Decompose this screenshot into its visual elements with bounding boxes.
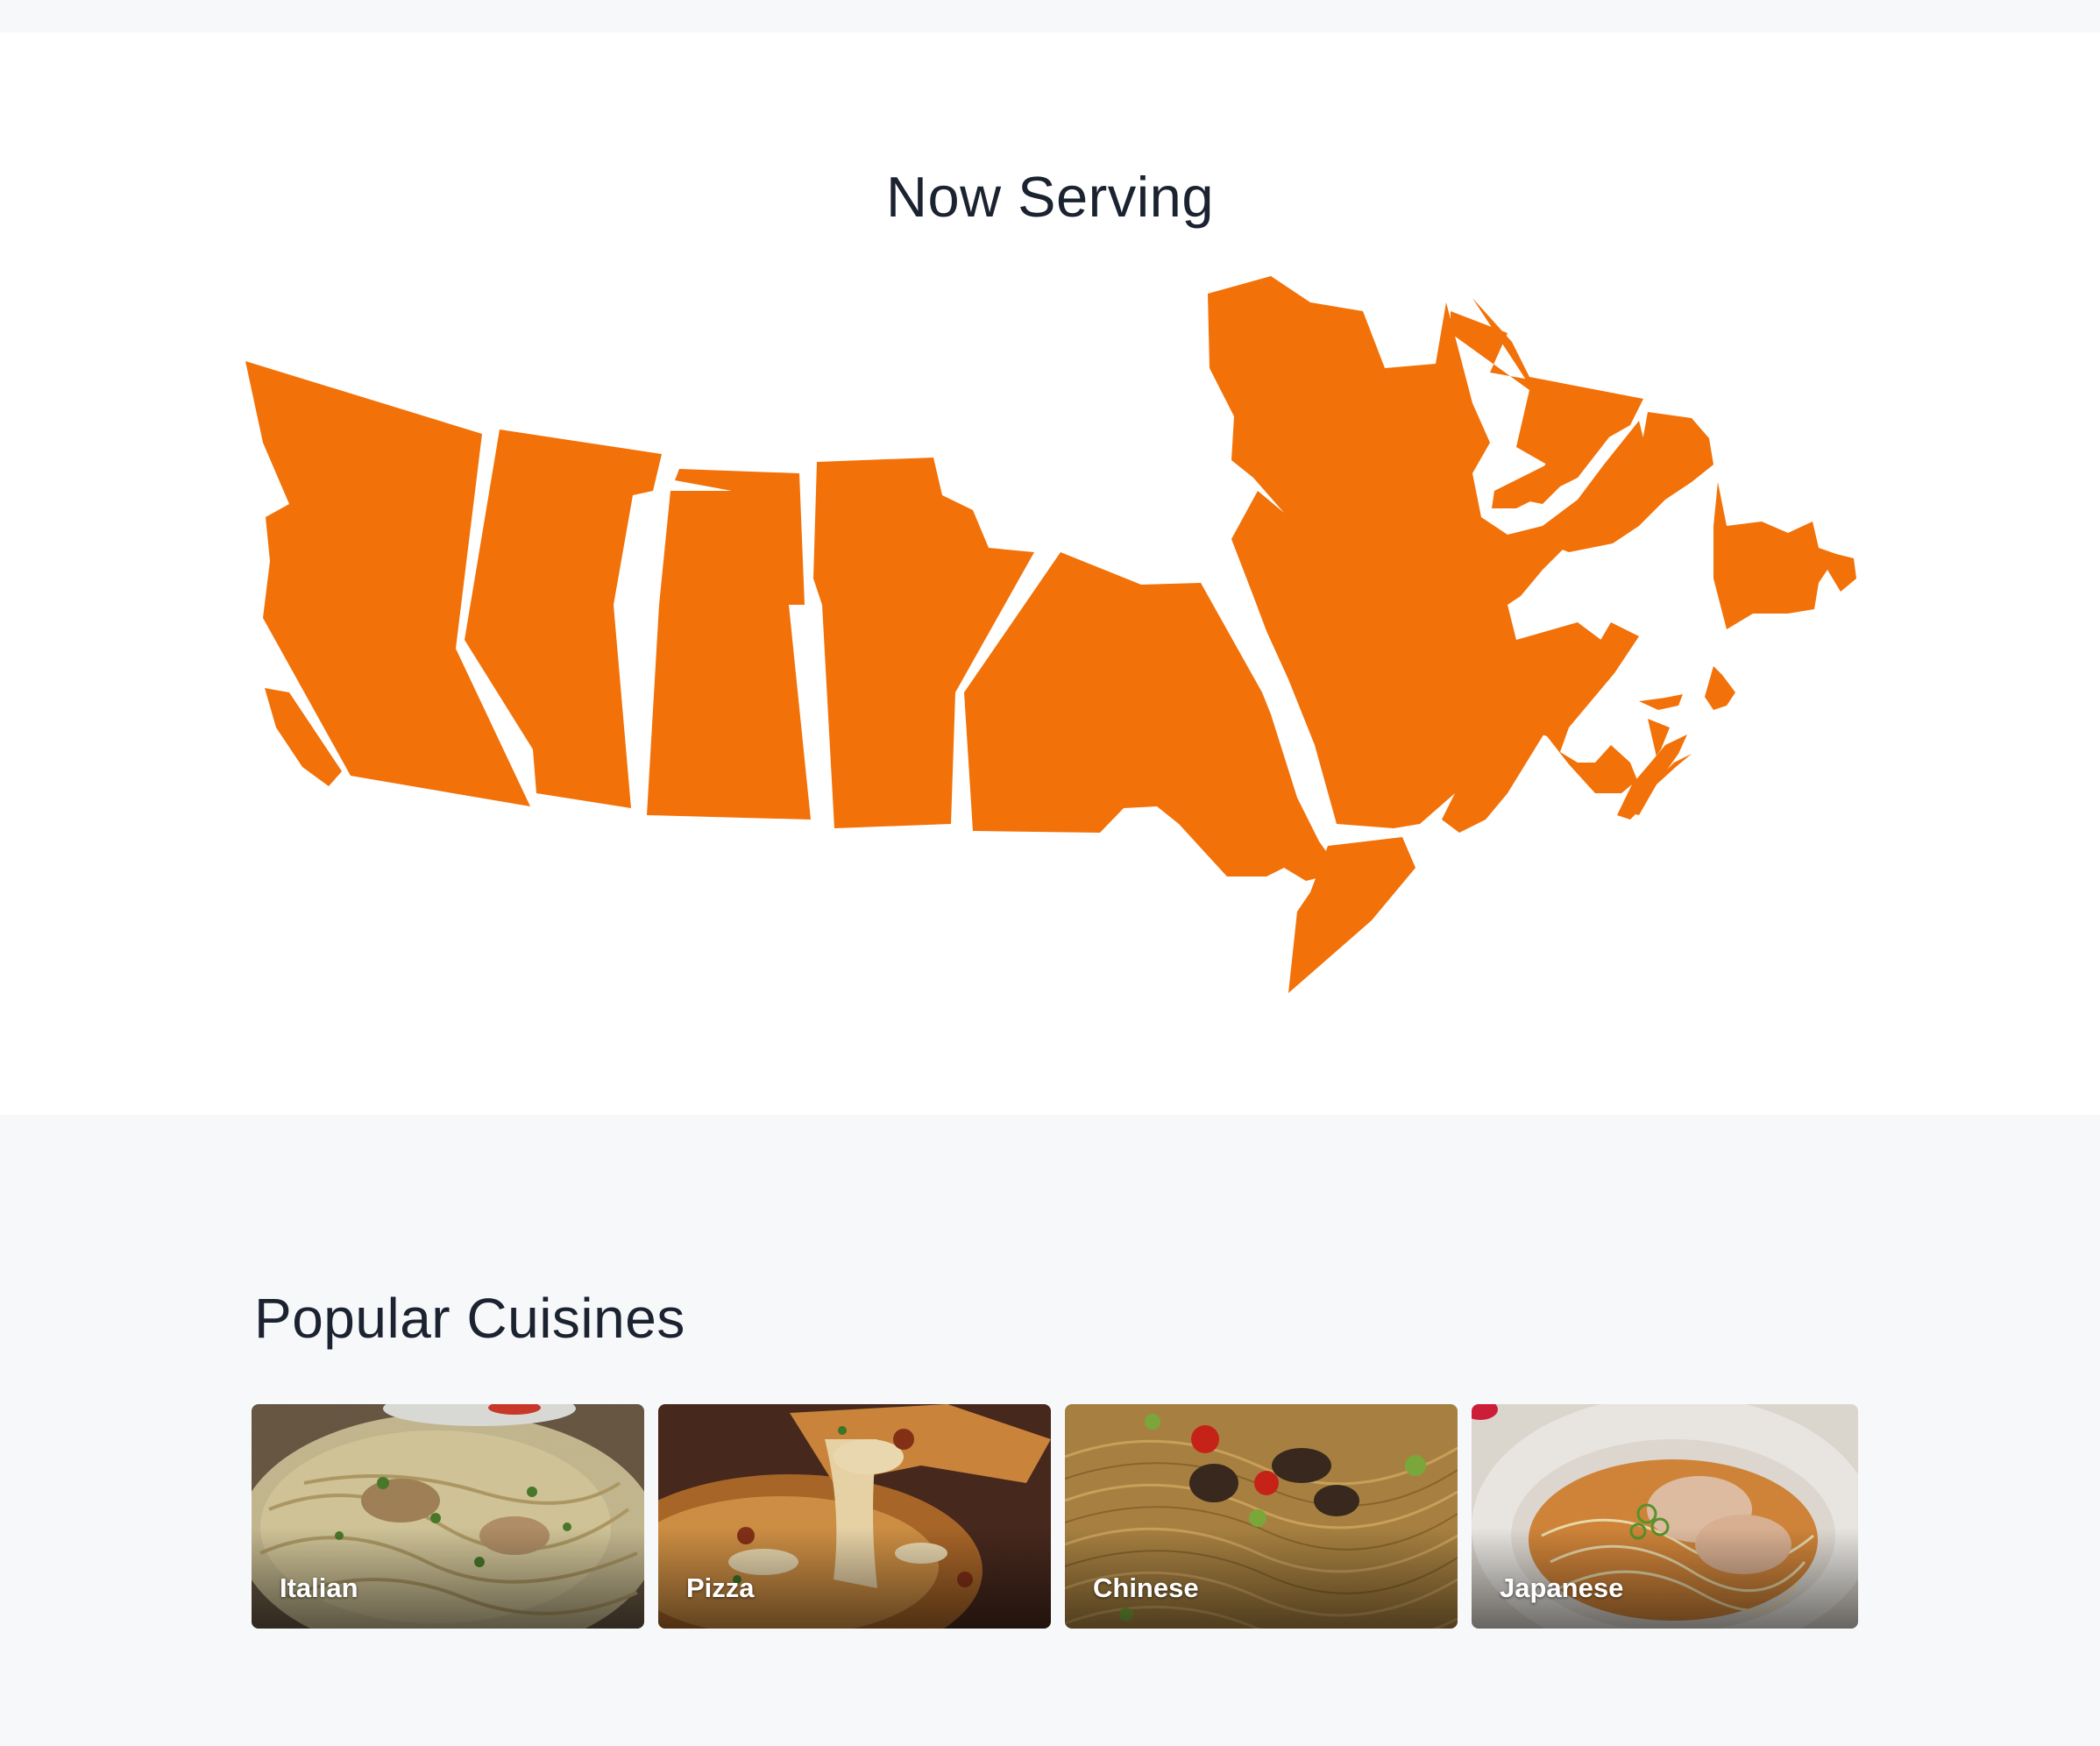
now-serving-section: Now Serving (0, 32, 2100, 1115)
cuisine-card-pizza[interactable]: Pizza (658, 1404, 1051, 1629)
cuisine-card-list: Italian Pizza Chinese Japanese (252, 1404, 1858, 1629)
cuisine-card-japanese[interactable]: Japanese (1472, 1404, 1858, 1629)
map-region-pei[interactable] (1639, 694, 1683, 710)
cuisine-card-chinese[interactable]: Chinese (1065, 1404, 1458, 1629)
cuisine-card-italian[interactable]: Italian (252, 1404, 644, 1629)
popular-cuisines-title: Popular Cuisines (254, 1287, 685, 1350)
popular-cuisines-section: Popular Cuisines Italian Pizza Chinese J… (0, 1115, 2100, 1746)
cuisine-label-chinese: Chinese (1093, 1572, 1199, 1603)
map-region-nunavut-west[interactable] (647, 469, 811, 820)
map-region-newfoundland[interactable] (1713, 482, 1856, 629)
cuisine-label-japanese: Japanese (1500, 1572, 1624, 1603)
cuisine-label-italian: Italian (280, 1572, 358, 1603)
top-strip (0, 0, 2100, 32)
cuisine-label-pizza: Pizza (686, 1572, 755, 1603)
map-region-cape-breton[interactable] (1705, 666, 1735, 710)
canada-map (245, 276, 1856, 993)
